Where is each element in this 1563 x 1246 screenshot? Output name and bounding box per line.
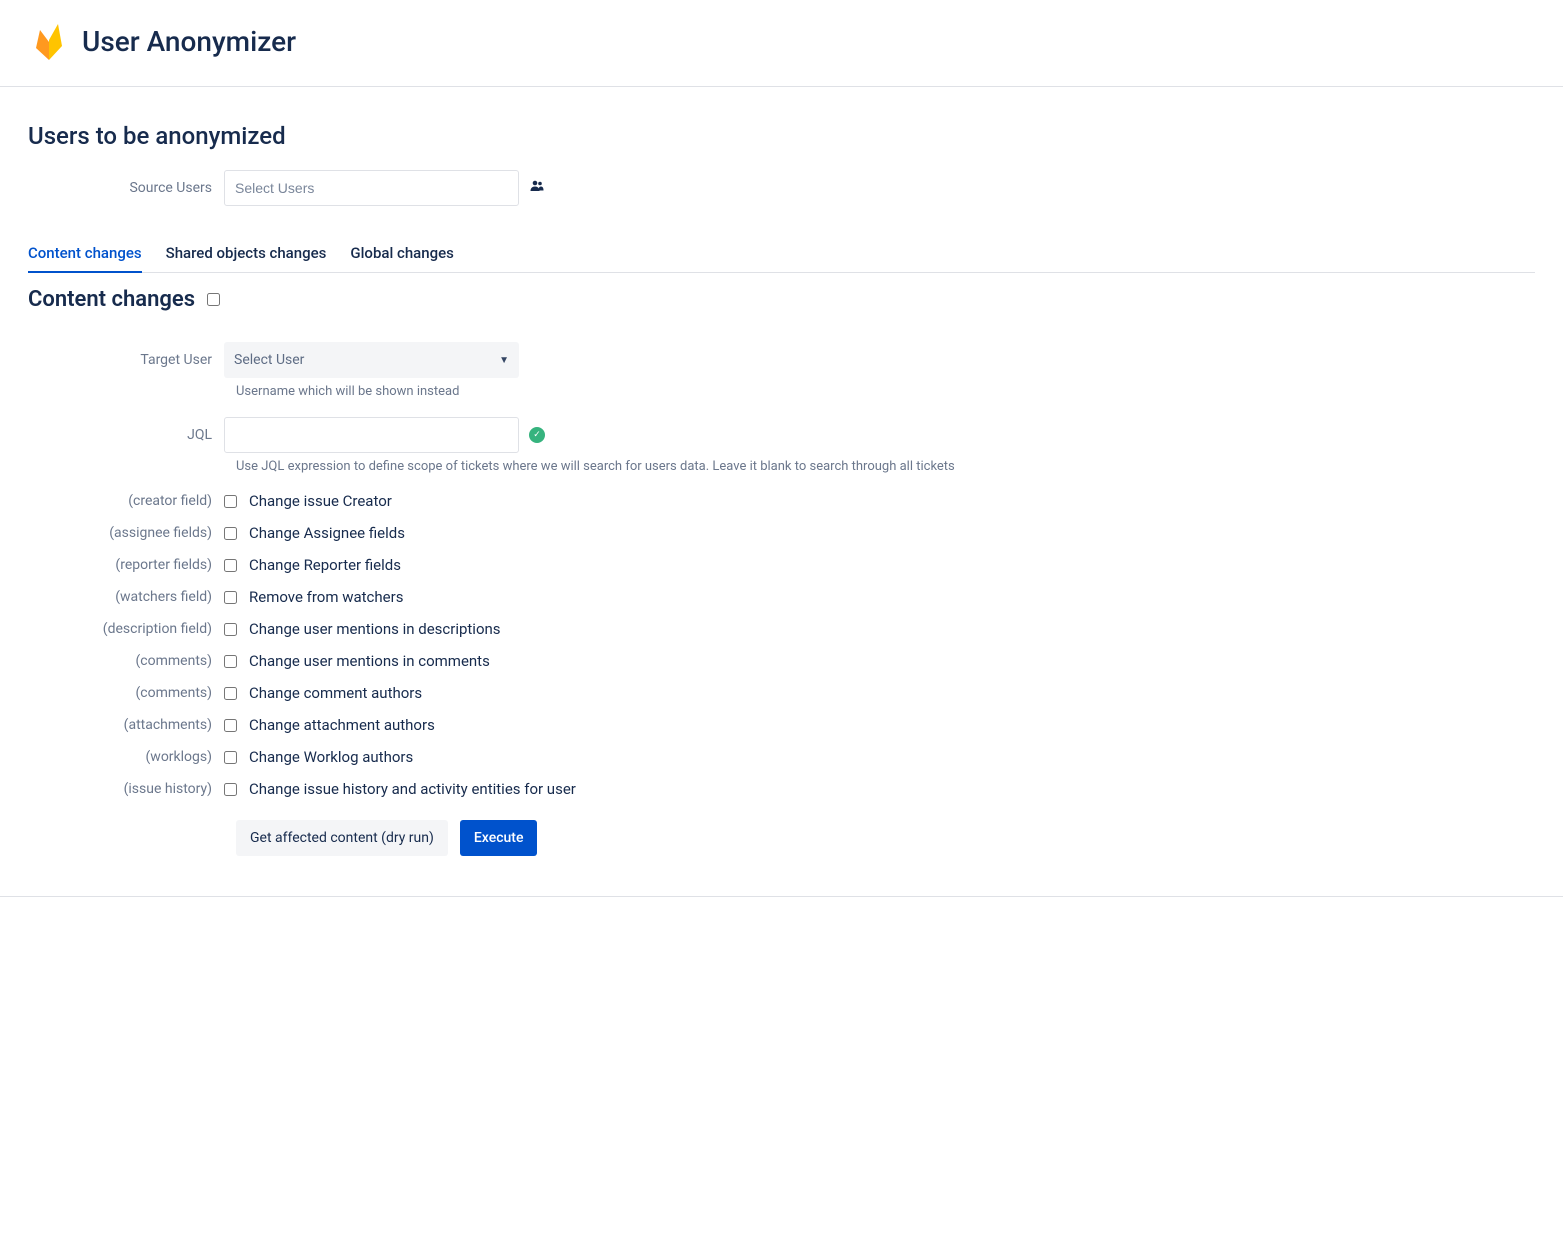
option-value: Change user mentions in comments bbox=[224, 652, 490, 670]
option-row: (watchers field) Remove from watchers bbox=[28, 588, 1535, 606]
option-checkbox[interactable] bbox=[224, 527, 237, 540]
option-checkbox[interactable] bbox=[224, 495, 237, 508]
option-row: (reporter fields) Change Reporter fields bbox=[28, 556, 1535, 574]
option-field-label: (creator field) bbox=[28, 493, 224, 509]
option-field-label: (description field) bbox=[28, 621, 224, 637]
option-row: (comments) Change comment authors bbox=[28, 684, 1535, 702]
jql-row: JQL ✓ bbox=[28, 417, 1535, 453]
option-value: Change comment authors bbox=[224, 684, 422, 702]
tabs: Content changes Shared objects changes G… bbox=[28, 236, 1535, 273]
option-text: Change user mentions in descriptions bbox=[249, 620, 501, 638]
option-checkbox[interactable] bbox=[224, 719, 237, 732]
jql-helper: Use JQL expression to define scope of ti… bbox=[236, 459, 1535, 474]
option-checkbox[interactable] bbox=[224, 655, 237, 668]
option-row: (creator field) Change issue Creator bbox=[28, 492, 1535, 510]
option-text: Change attachment authors bbox=[249, 716, 435, 734]
option-text: Remove from watchers bbox=[249, 588, 403, 606]
tab-shared-objects[interactable]: Shared objects changes bbox=[166, 236, 327, 272]
main-content: Users to be anonymized Source Users Cont… bbox=[0, 87, 1563, 897]
jql-label: JQL bbox=[28, 427, 224, 443]
option-checkbox[interactable] bbox=[224, 559, 237, 572]
option-row: (comments) Change user mentions in commen… bbox=[28, 652, 1535, 670]
option-text: Change issue history and activity entiti… bbox=[249, 780, 576, 798]
option-row: (worklogs) Change Worklog authors bbox=[28, 748, 1535, 766]
option-checkbox[interactable] bbox=[224, 783, 237, 796]
option-value: Change user mentions in descriptions bbox=[224, 620, 501, 638]
option-row: (assignee fields) Change Assignee fields bbox=[28, 524, 1535, 542]
source-users-input[interactable] bbox=[224, 170, 519, 206]
section-title: Users to be anonymized bbox=[28, 122, 1535, 150]
target-user-helper: Username which will be shown instead bbox=[236, 384, 1535, 399]
page-title: User Anonymizer bbox=[82, 25, 296, 58]
target-user-select[interactable]: Select User ▼ bbox=[224, 342, 519, 378]
option-checkbox[interactable] bbox=[224, 623, 237, 636]
option-text: Change Worklog authors bbox=[249, 748, 413, 766]
option-field-label: (comments) bbox=[28, 685, 224, 701]
jql-input[interactable] bbox=[224, 417, 519, 453]
option-text: Change issue Creator bbox=[249, 492, 392, 510]
option-value: Change Reporter fields bbox=[224, 556, 401, 574]
action-buttons: Get affected content (dry run) Execute bbox=[28, 820, 1535, 856]
users-icon[interactable] bbox=[529, 178, 545, 198]
option-row: (description field) Change user mentions … bbox=[28, 620, 1535, 638]
option-row: (attachments) Change attachment authors bbox=[28, 716, 1535, 734]
option-field-label: (issue history) bbox=[28, 781, 224, 797]
option-value: Change Assignee fields bbox=[224, 524, 405, 542]
execute-button[interactable]: Execute bbox=[460, 820, 538, 856]
option-value: Change attachment authors bbox=[224, 716, 435, 734]
option-text: Change comment authors bbox=[249, 684, 422, 702]
option-checkbox[interactable] bbox=[224, 687, 237, 700]
option-field-label: (assignee fields) bbox=[28, 525, 224, 541]
option-text: Change Assignee fields bbox=[249, 524, 405, 542]
option-field-label: (reporter fields) bbox=[28, 557, 224, 573]
option-value: Change issue history and activity entiti… bbox=[224, 780, 576, 798]
option-field-label: (attachments) bbox=[28, 717, 224, 733]
page-header: User Anonymizer bbox=[0, 0, 1563, 87]
tab-global-changes[interactable]: Global changes bbox=[350, 236, 453, 272]
app-logo-icon bbox=[28, 20, 70, 62]
tab-content-changes[interactable]: Content changes bbox=[28, 236, 142, 272]
option-value: Change Worklog authors bbox=[224, 748, 413, 766]
target-user-row: Target User Select User ▼ bbox=[28, 342, 1535, 378]
option-field-label: (comments) bbox=[28, 653, 224, 669]
dry-run-button[interactable]: Get affected content (dry run) bbox=[236, 820, 448, 856]
check-circle-icon: ✓ bbox=[529, 427, 545, 443]
option-field-label: (watchers field) bbox=[28, 589, 224, 605]
source-users-label: Source Users bbox=[28, 180, 224, 196]
option-checkbox[interactable] bbox=[224, 751, 237, 764]
content-changes-toggle-checkbox[interactable] bbox=[207, 293, 220, 306]
option-value: Change issue Creator bbox=[224, 492, 392, 510]
target-user-label: Target User bbox=[28, 352, 224, 368]
option-checkbox[interactable] bbox=[224, 591, 237, 604]
option-text: Change Reporter fields bbox=[249, 556, 401, 574]
target-user-placeholder: Select User bbox=[234, 352, 304, 368]
option-text: Change user mentions in comments bbox=[249, 652, 490, 670]
source-users-row: Source Users bbox=[28, 170, 1535, 206]
option-field-label: (worklogs) bbox=[28, 749, 224, 765]
option-row: (issue history) Change issue history and … bbox=[28, 780, 1535, 798]
content-changes-header: Content changes bbox=[28, 287, 1535, 312]
option-value: Remove from watchers bbox=[224, 588, 403, 606]
content-changes-title: Content changes bbox=[28, 287, 195, 312]
chevron-down-icon: ▼ bbox=[499, 355, 509, 366]
